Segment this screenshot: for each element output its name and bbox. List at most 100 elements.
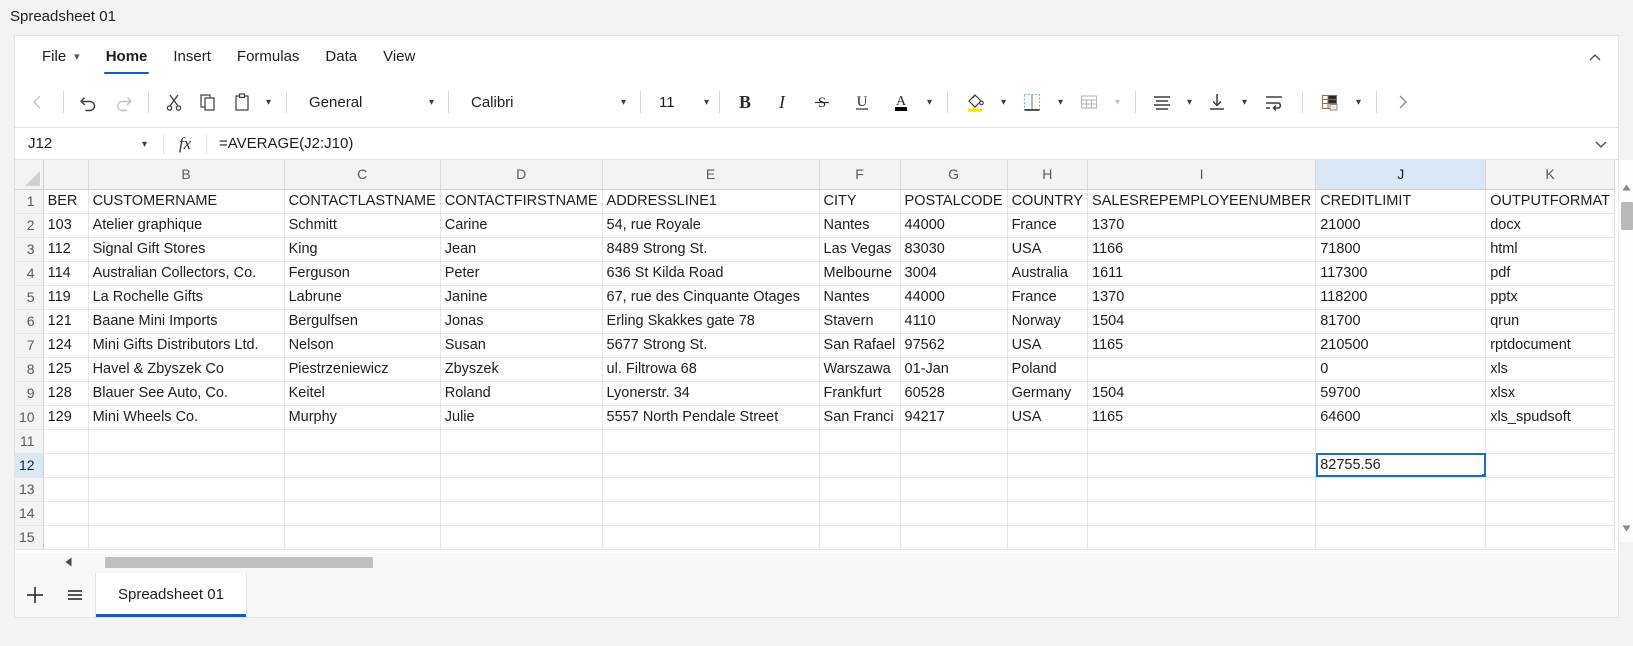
cell-J5[interactable]: 118200 [1315,285,1487,310]
cell-F4[interactable]: Melbourne [819,261,901,286]
cell-F14[interactable] [819,501,901,526]
cell-H11[interactable] [1007,429,1089,454]
cell-H12[interactable] [1007,453,1089,478]
cell-H13[interactable] [1007,477,1089,502]
cell-E3[interactable]: 8489 Strong St. [602,237,820,262]
format-as-table-button[interactable] [1070,85,1108,119]
row-header-5[interactable]: 5 [15,285,44,310]
cell-F8[interactable]: Warszawa [819,357,901,382]
cell-K3[interactable]: html [1485,237,1615,262]
ribbon-tab-insert[interactable]: Insert [160,36,224,77]
cell-J4[interactable]: 117300 [1315,261,1487,286]
cell-F1[interactable]: CITY [819,189,901,214]
cell-H2[interactable]: France [1007,213,1089,238]
cell-a7[interactable]: 124 [43,333,89,358]
toolbar-overflow-button[interactable] [1385,85,1419,119]
column-header-h[interactable]: H [1007,160,1089,190]
cell-C8[interactable]: Piestrzeniewicz [284,357,441,382]
cell-a13[interactable] [43,477,89,502]
cell-J12[interactable]: 82755.56 [1315,453,1487,478]
cell-G5[interactable]: 44000 [900,285,1008,310]
all-sheets-button[interactable] [55,573,95,617]
cell-J3[interactable]: 71800 [1315,237,1487,262]
horizontal-align-button[interactable] [1144,85,1180,119]
paste-options-caret[interactable]: ▾ [259,85,278,119]
cell-I1[interactable]: SALESREPEMPLOYEENUMBER [1087,189,1317,214]
cell-D6[interactable]: Jonas [440,309,603,334]
ribbon-tab-view[interactable]: View [370,36,428,77]
cell-K1[interactable]: OUTPUTFORMAT [1485,189,1615,214]
row-header-2[interactable]: 2 [15,213,44,238]
cell-D15[interactable] [440,525,603,550]
cell-B14[interactable] [88,501,285,526]
cell-K11[interactable] [1485,429,1615,454]
redo-button[interactable] [106,85,140,119]
cell-E12[interactable] [602,453,820,478]
scroll-down-icon[interactable] [1619,520,1633,536]
row-header-3[interactable]: 3 [15,237,44,262]
column-header-j[interactable]: J [1315,160,1487,190]
cell-G6[interactable]: 4110 [900,309,1008,334]
cell-G10[interactable]: 94217 [900,405,1008,430]
cell-J14[interactable] [1315,501,1487,526]
cell-B5[interactable]: La Rochelle Gifts [88,285,285,310]
cell-a1[interactable]: BER [43,189,89,214]
formula-bar-expand-button[interactable] [1584,128,1618,159]
cell-K13[interactable] [1485,477,1615,502]
cell-I7[interactable]: 1165 [1087,333,1317,358]
cell-K14[interactable] [1485,501,1615,526]
cell-a8[interactable]: 125 [43,357,89,382]
cell-B6[interactable]: Baane Mini Imports [88,309,285,334]
cell-H10[interactable]: USA [1007,405,1089,430]
cell-K6[interactable]: qrun [1485,309,1615,334]
cell-D13[interactable] [440,477,603,502]
row-header-8[interactable]: 8 [15,357,44,382]
bold-button[interactable]: B [728,85,762,119]
row-header-1[interactable]: 1 [15,189,44,214]
cell-H9[interactable]: Germany [1007,381,1089,406]
cell-I9[interactable]: 1504 [1087,381,1317,406]
cell-G13[interactable] [900,477,1008,502]
cell-J7[interactable]: 210500 [1315,333,1487,358]
cell-E8[interactable]: ul. Filtrowa 68 [602,357,820,382]
cell-G3[interactable]: 83030 [900,237,1008,262]
cell-F6[interactable]: Stavern [819,309,901,334]
cell-I13[interactable] [1087,477,1317,502]
cell-D1[interactable]: CONTACTFIRSTNAME [440,189,603,214]
horizontal-align-caret[interactable]: ▾ [1180,85,1199,119]
ribbon-tab-data[interactable]: Data [312,36,370,77]
cell-H7[interactable]: USA [1007,333,1089,358]
cell-D9[interactable]: Roland [440,381,603,406]
strikethrough-button[interactable]: S [802,85,842,119]
wrap-text-button[interactable] [1254,85,1294,119]
scroll-left-icon[interactable] [65,557,72,569]
cell-H6[interactable]: Norway [1007,309,1089,334]
column-header-b[interactable]: B [88,160,285,190]
cell-E15[interactable] [602,525,820,550]
cell-I12[interactable] [1087,453,1317,478]
cut-button[interactable] [157,85,191,119]
cell-J10[interactable]: 64600 [1315,405,1487,430]
cell-F7[interactable]: San Rafael [819,333,901,358]
number-format-select[interactable]: General ▾ [295,87,440,117]
cell-a11[interactable] [43,429,89,454]
row-header-12[interactable]: 12 [15,453,44,478]
cell-E6[interactable]: Erling Skakkes gate 78 [602,309,820,334]
copy-button[interactable] [191,85,225,119]
borders-caret[interactable]: ▾ [1051,85,1070,119]
cell-styles-button[interactable] [1311,85,1349,119]
cell-G4[interactable]: 3004 [900,261,1008,286]
cell-F11[interactable] [819,429,901,454]
toolbar-back-button[interactable] [21,85,55,119]
cell-B2[interactable]: Atelier graphique [88,213,285,238]
cell-B11[interactable] [88,429,285,454]
cell-B7[interactable]: Mini Gifts Distributors Ltd. [88,333,285,358]
cell-E11[interactable] [602,429,820,454]
cell-I15[interactable] [1087,525,1317,550]
vertical-scroll-thumb[interactable] [1621,202,1633,230]
cell-I14[interactable] [1087,501,1317,526]
column-header-f[interactable]: F [819,160,901,190]
cell-D4[interactable]: Peter [440,261,603,286]
format-as-table-caret[interactable]: ▾ [1108,85,1127,119]
cell-C6[interactable]: Bergulfsen [284,309,441,334]
